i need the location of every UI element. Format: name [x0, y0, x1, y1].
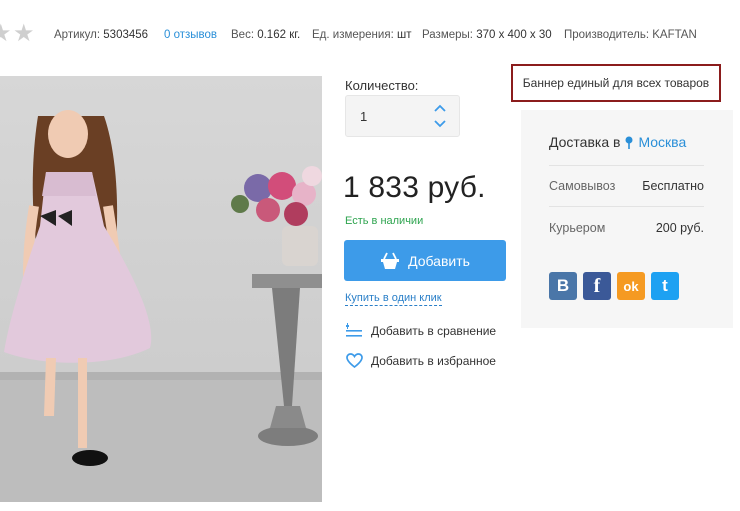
size-info: Размеры: 370 x 400 x 30 — [422, 29, 552, 41]
product-photo-illustration — [0, 110, 322, 502]
unit-info: Ед. измерения: шт — [312, 29, 412, 41]
vk-icon[interactable]: В — [549, 272, 577, 300]
quantity-stepper[interactable]: 1 — [345, 95, 460, 137]
stock-status: Есть в наличии — [345, 215, 424, 227]
compare-icon — [346, 323, 362, 337]
product-image[interactable] — [0, 76, 322, 502]
delivery-title: Доставка в Москва — [549, 134, 687, 150]
reviews-link[interactable]: 0 отзывов — [164, 29, 217, 41]
chevron-up-icon[interactable] — [433, 102, 447, 114]
rating-star-icon[interactable]: ★ — [0, 22, 12, 46]
odnoklassniki-icon[interactable]: ok — [617, 272, 645, 300]
favorite-label: Добавить в избранное — [371, 353, 496, 368]
quantity-label: Количество: — [345, 78, 419, 93]
add-to-cart-button[interactable]: Добавить — [344, 240, 506, 281]
delivery-row-courier: Курьером 200 руб. — [549, 221, 704, 235]
add-to-cart-label: Добавить — [408, 252, 470, 269]
quantity-input[interactable]: 1 — [360, 109, 367, 124]
chevron-down-icon[interactable] — [433, 118, 447, 130]
twitter-icon[interactable]: t — [651, 272, 679, 300]
buy-one-click-link[interactable]: Купить в один клик — [345, 292, 442, 306]
compare-label: Добавить в сравнение — [371, 324, 497, 338]
basket-icon — [381, 252, 400, 269]
add-to-compare-button[interactable]: Добавить в сравнение — [346, 323, 496, 339]
location-pin-icon — [625, 136, 633, 149]
divider — [549, 165, 704, 166]
article-info: Артикул: 5303456 — [54, 29, 149, 41]
product-price: 1 833 руб. — [343, 171, 486, 204]
divider — [549, 206, 704, 207]
add-to-favorites-button[interactable]: Добавить в избранное — [346, 353, 496, 368]
delivery-row-pickup: Самовывоз Бесплатно — [549, 179, 704, 193]
manufacturer-info: Производитель: KAFTAN — [564, 29, 697, 41]
promo-banner[interactable]: Баннер единый для всех товаров — [511, 64, 721, 102]
rating-star-icon[interactable]: ★ — [13, 22, 35, 46]
delivery-panel: Доставка в Москва Самовывоз Бесплатно Ку… — [521, 110, 733, 328]
facebook-icon[interactable]: f — [583, 272, 611, 300]
reviews-count[interactable]: 0 отзывов — [164, 29, 217, 41]
heart-icon — [346, 353, 363, 368]
weight-info: Вес: 0.162 кг. — [231, 29, 301, 41]
city-selector[interactable]: Москва — [638, 134, 686, 150]
